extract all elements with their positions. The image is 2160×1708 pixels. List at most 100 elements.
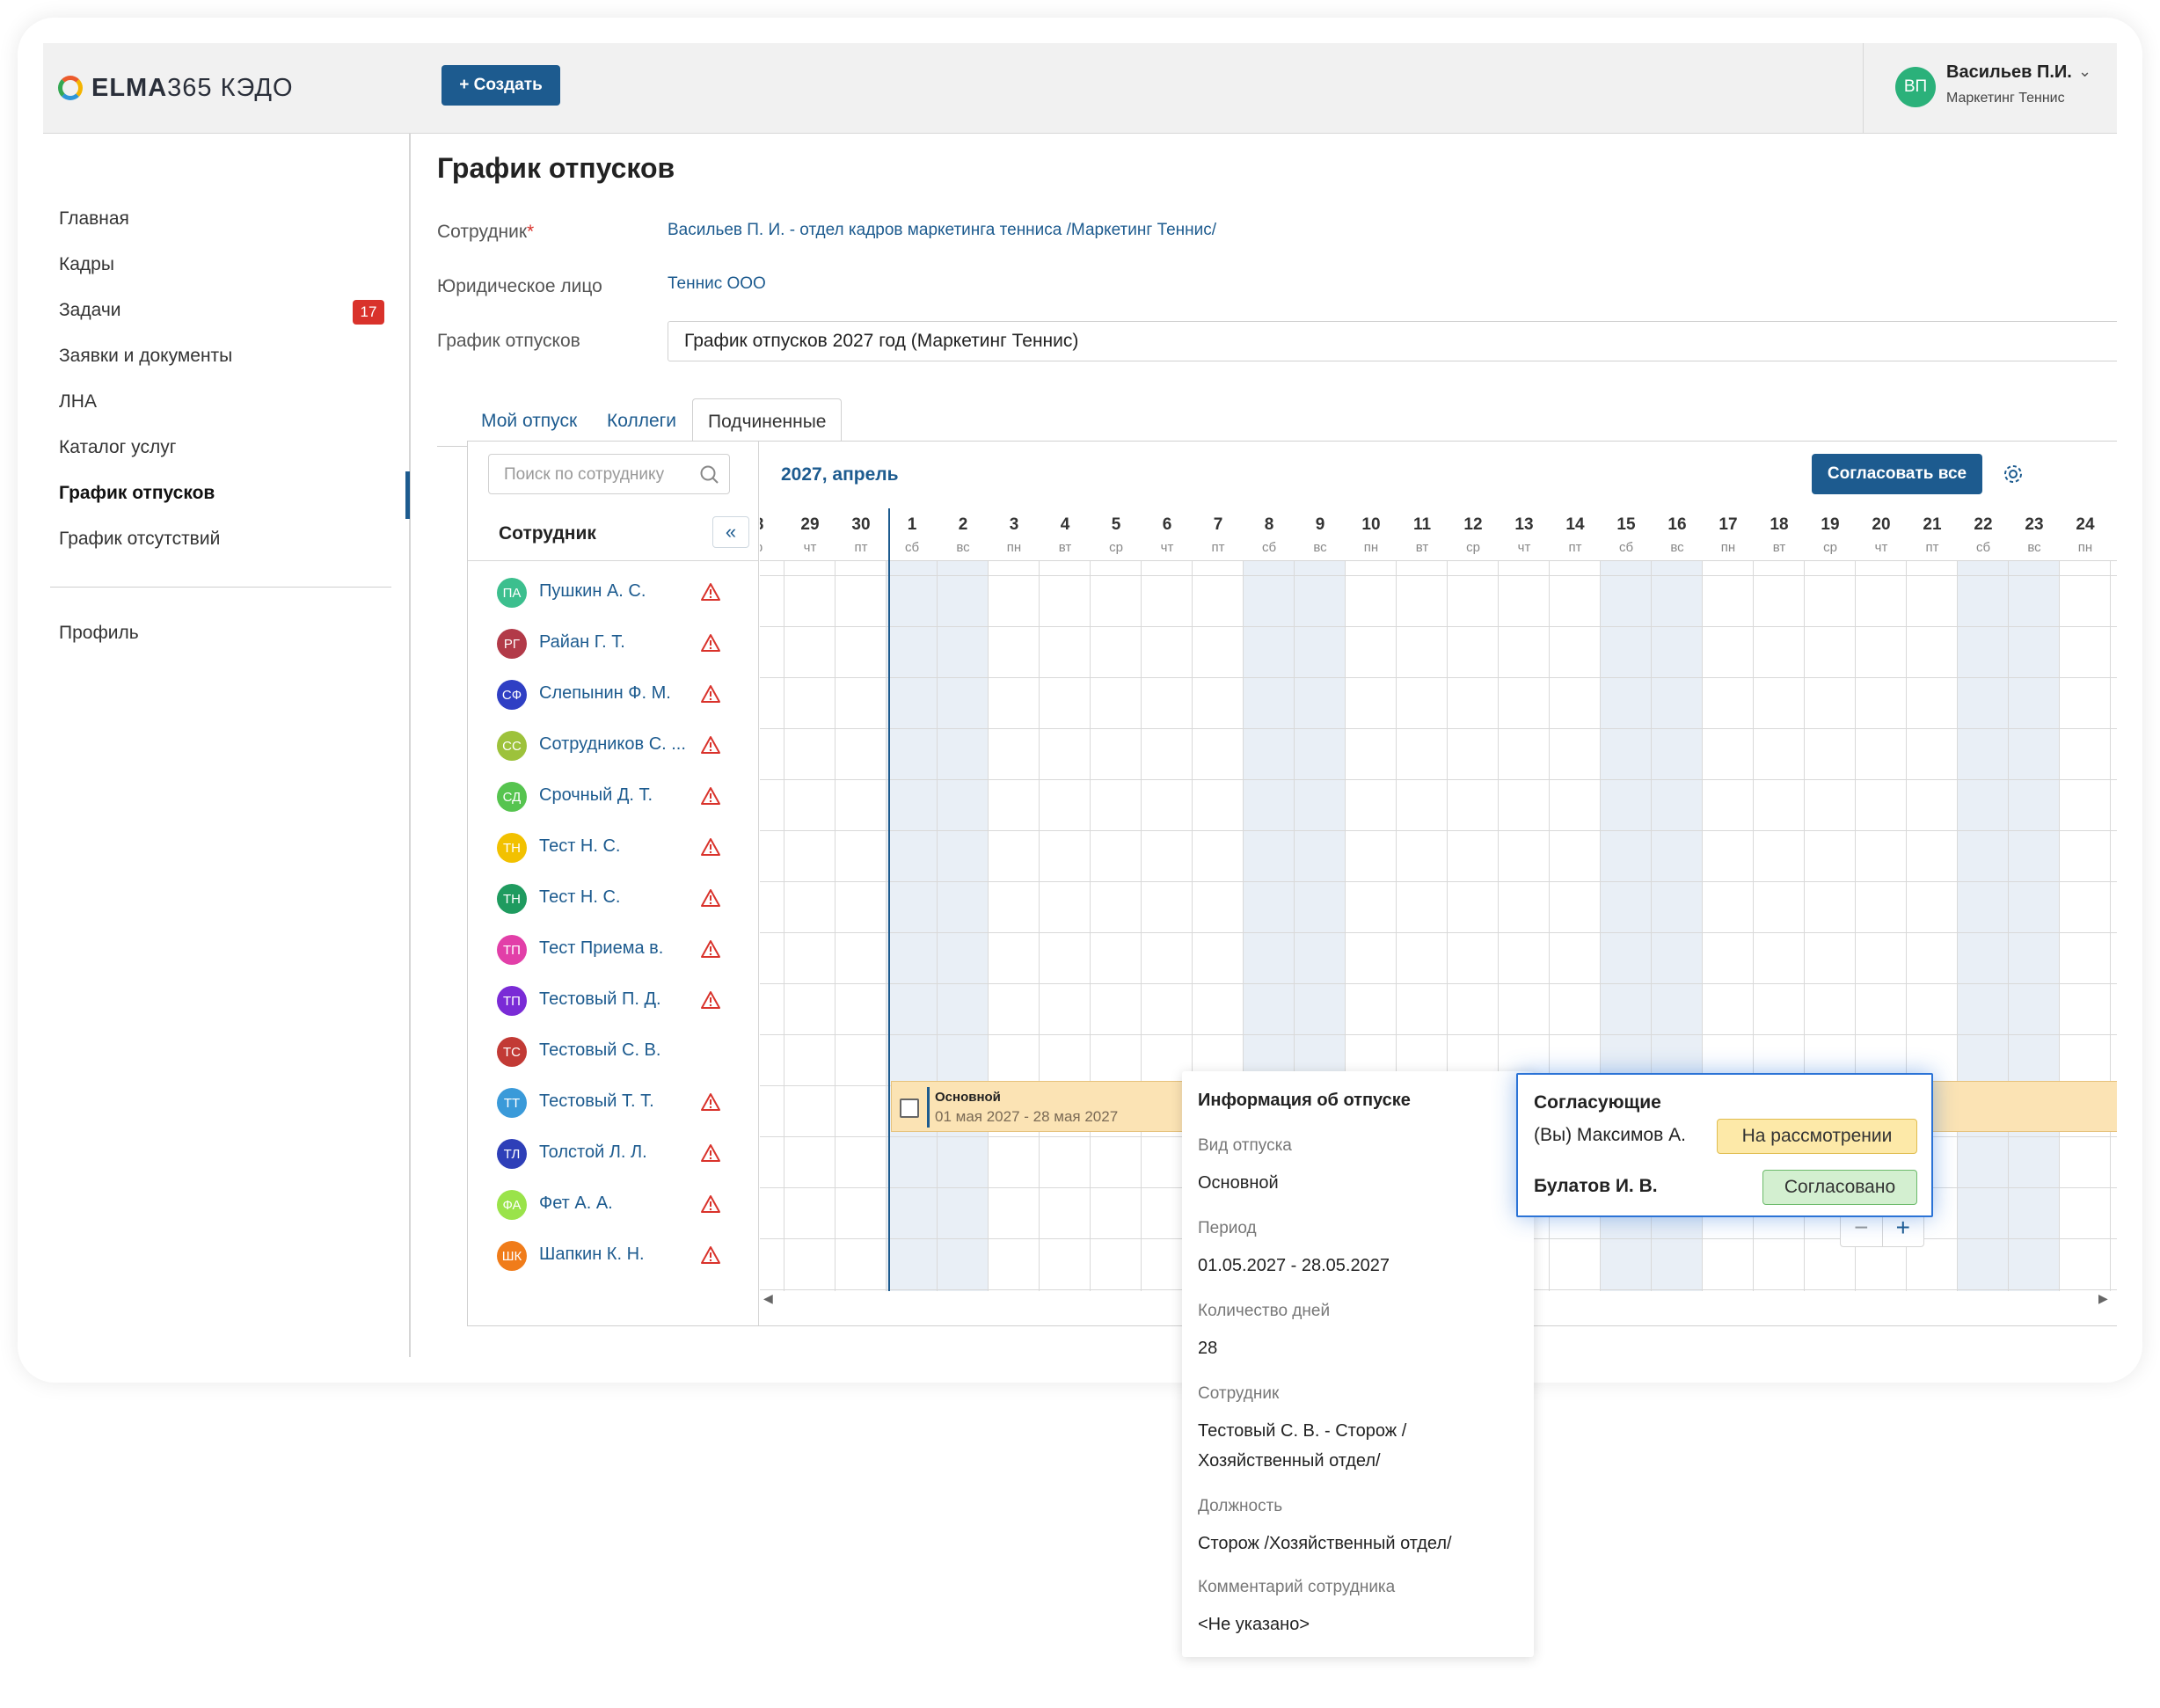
tab-subordinates[interactable]: Подчиненные: [692, 398, 843, 447]
weekday-label: вс: [956, 540, 970, 555]
list-item[interactable]: ШК Шапкин К. Н.: [468, 1230, 759, 1281]
day-column[interactable]: [1040, 561, 1091, 1291]
warning-icon: [701, 736, 720, 754]
day-column[interactable]: [836, 561, 887, 1291]
approvers-title: Согласующие: [1534, 1092, 1661, 1113]
day-column[interactable]: [760, 561, 784, 1291]
day-column[interactable]: [989, 561, 1040, 1291]
vacation-info-popup: Информация об отпуске Вид отпуска Основн…: [1182, 1071, 1534, 1657]
list-item[interactable]: ФА Фет А. А.: [468, 1179, 759, 1230]
list-item[interactable]: ТН Тест Н. С.: [468, 872, 759, 923]
weekday-label: р: [760, 540, 784, 555]
avatar: СС: [497, 731, 527, 761]
day-header: 24 пн: [2060, 508, 2111, 561]
list-item[interactable]: ТП Тестовый П. Д.: [468, 974, 759, 1026]
day-number: 29: [800, 515, 820, 534]
employee-name[interactable]: Слепынин Ф. М.: [539, 683, 693, 704]
list-item[interactable]: ТЛ Толстой Л. Л.: [468, 1128, 759, 1179]
list-item[interactable]: ПА Пушкин А. С.: [468, 566, 759, 617]
scroll-left-icon[interactable]: ◀: [763, 1291, 773, 1306]
employee-name[interactable]: Тест Н. С.: [539, 836, 693, 857]
vacation-checkbox[interactable]: [900, 1099, 919, 1118]
employee-name[interactable]: Тестовый Т. Т.: [539, 1091, 693, 1112]
sidebar-item-home[interactable]: Главная: [59, 208, 129, 230]
employee-name[interactable]: Тест Н. С.: [539, 887, 693, 908]
tab-colleagues[interactable]: Коллеги: [607, 411, 676, 432]
employee-name[interactable]: Тестовый П. Д.: [539, 989, 693, 1010]
day-column[interactable]: [784, 561, 836, 1291]
sidebar-item-lna[interactable]: ЛНА: [59, 391, 97, 412]
weekday-label: вт: [1415, 540, 1429, 555]
employee-name[interactable]: Шапкин К. Н.: [539, 1245, 693, 1265]
employee-name[interactable]: Пушкин А. С.: [539, 581, 693, 602]
list-item[interactable]: СФ Слепынин Ф. М.: [468, 668, 759, 719]
collapse-button[interactable]: «: [712, 516, 749, 548]
day-number: 4: [1060, 515, 1070, 534]
chevron-down-icon[interactable]: ⌄: [2078, 62, 2091, 81]
sidebar-item-vacation-schedule[interactable]: График отпусков: [59, 483, 215, 504]
day-number: 11: [1412, 515, 1432, 534]
create-button[interactable]: + Создать: [441, 65, 560, 106]
sidebar-divider: [50, 587, 391, 588]
vacation-type-value: Основной: [1198, 1173, 1279, 1193]
vacation-type-label: Вид отпуска: [1198, 1136, 1292, 1155]
row-divider: [760, 677, 2117, 678]
list-item[interactable]: СД Срочный Д. Т.: [468, 770, 759, 821]
day-column[interactable]: [1958, 561, 2009, 1291]
schedule-field[interactable]: График отпусков 2027 год (Маркетинг Тенн…: [668, 321, 2117, 361]
list-item[interactable]: ТС Тестовый С. В.: [468, 1026, 759, 1077]
day-header: 20 чт: [1856, 508, 1907, 561]
employee-link[interactable]: Васильев П. И. - отдел кадров маркетинга…: [668, 221, 1216, 240]
user-menu[interactable]: ВП Васильев П.И. ⌄ Маркетинг Теннис: [1863, 43, 2117, 134]
info-popup-title: Информация об отпуске: [1198, 1091, 1411, 1110]
month-title: 2027, апрель: [781, 464, 899, 485]
sidebar-item-requests[interactable]: Заявки и документы: [59, 346, 232, 367]
list-item[interactable]: РГ Райан Г. Т.: [468, 617, 759, 668]
day-number: 8: [760, 515, 784, 535]
list-item[interactable]: ТТ Тестовый Т. Т.: [468, 1077, 759, 1128]
day-column[interactable]: [2060, 561, 2111, 1291]
sidebar-item-absence-schedule[interactable]: График отсутствий: [59, 529, 220, 550]
employee-name[interactable]: Райан Г. Т.: [539, 632, 693, 653]
day-number: 6: [1162, 515, 1172, 534]
day-column[interactable]: [1091, 561, 1142, 1291]
list-item[interactable]: СС Сотрудников С. ...: [468, 719, 759, 770]
day-number: 13: [1514, 515, 1534, 534]
day-header: 11 вт: [1397, 508, 1448, 561]
warning-icon: [701, 940, 720, 958]
warning-icon: [701, 787, 720, 805]
list-item[interactable]: ТП Тест Приема в.: [468, 923, 759, 974]
gear-icon[interactable]: [2002, 463, 2025, 485]
day-header: 6 чт: [1142, 508, 1193, 561]
day-column[interactable]: [887, 561, 938, 1291]
employee-name[interactable]: Сотрудников С. ...: [539, 734, 693, 755]
employee-name[interactable]: Тестовый С. В.: [539, 1040, 693, 1061]
list-item[interactable]: ТН Тест Н. С.: [468, 821, 759, 872]
employee-name[interactable]: Срочный Д. Т.: [539, 785, 693, 806]
employee-name[interactable]: Фет А. А.: [539, 1193, 693, 1214]
day-column[interactable]: [938, 561, 989, 1291]
comment-label: Комментарий сотрудника: [1198, 1578, 1396, 1596]
user-name: Васильев П.И.: [1946, 62, 2072, 82]
avatar: РГ: [497, 629, 527, 659]
employee-search-input[interactable]: Поиск по сотруднику: [488, 454, 730, 494]
day-column[interactable]: [2009, 561, 2060, 1291]
logo-suffix: 365 КЭДО: [167, 73, 294, 102]
weekday-label: вс: [2027, 540, 2041, 555]
legal-entity-link[interactable]: Теннис ООО: [668, 274, 766, 294]
employee-name[interactable]: Тест Приема в.: [539, 938, 693, 959]
day-column[interactable]: [2111, 561, 2117, 1291]
logo[interactable]: ELMA365 КЭДО: [58, 69, 294, 106]
scroll-right-icon[interactable]: ▶: [2098, 1291, 2108, 1306]
sidebar-item-profile[interactable]: Профиль: [59, 623, 139, 644]
search-icon[interactable]: [698, 463, 721, 486]
employee-name[interactable]: Толстой Л. Л.: [539, 1142, 693, 1163]
warning-icon: [701, 1195, 720, 1213]
sidebar-item-catalog[interactable]: Каталог услуг: [59, 437, 176, 458]
approve-all-button[interactable]: Согласовать все: [1812, 454, 1982, 494]
sidebar-item-tasks[interactable]: Задачи: [59, 300, 121, 321]
sidebar-item-hr[interactable]: Кадры: [59, 254, 114, 275]
day-number: 5: [1111, 515, 1121, 534]
tab-my-vacation[interactable]: Мой отпуск: [481, 411, 577, 432]
weekday-label: вс: [1670, 540, 1684, 555]
